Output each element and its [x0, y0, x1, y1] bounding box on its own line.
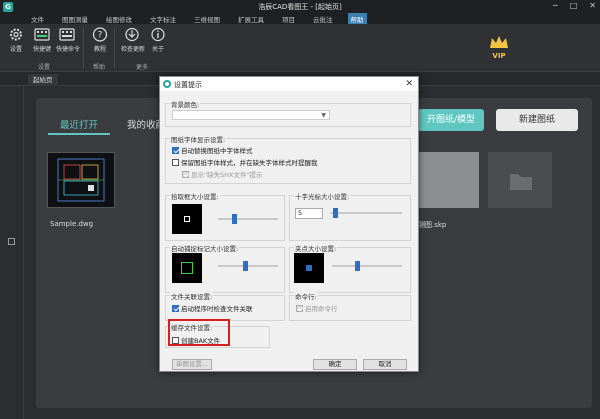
grip-slider[interactable] [332, 261, 402, 271]
close-icon[interactable]: ✕ [589, 1, 596, 10]
drawing-preview-icon [57, 158, 105, 202]
crosshair-slider[interactable] [330, 208, 402, 218]
missing-shx-checkbox[interactable]: 显示"缺失SHX文件"提示 [182, 169, 262, 179]
menu-extend[interactable]: 扩展工具 [235, 13, 267, 25]
auto-replace-font-checkbox[interactable]: 自动替换图纸中字体样式 [172, 145, 253, 155]
grip-label: 夹点大小设置: [294, 243, 338, 253]
slider-thumb[interactable] [333, 208, 338, 218]
gear-icon [10, 28, 22, 41]
maximize-icon[interactable]: □ [570, 1, 578, 10]
keep-font-style-checkbox[interactable]: 保留图纸字体样式，并在缺失字体样式时提醒我 [172, 157, 318, 167]
update-icon [125, 27, 139, 42]
about-button[interactable]: 关于 [147, 26, 169, 53]
keyboard-icon [34, 28, 50, 41]
single-drawing-settings-button[interactable]: 单图设置... [172, 359, 212, 370]
menu-help[interactable]: 帮助 [347, 12, 367, 25]
info-icon [151, 27, 165, 42]
folder-card[interactable] [488, 152, 552, 208]
vip-badge[interactable]: VIP [482, 34, 516, 60]
file-thumbnail[interactable] [47, 152, 115, 208]
dialog-title: 设置提示 [174, 81, 202, 89]
menu-text[interactable]: 文字标注 [147, 13, 179, 25]
menu-bar: 文件 图图测量 绘图修改 文字标注 三维视图 扩展工具 项目 云批注 帮助 [0, 12, 600, 25]
pickbox-slider[interactable] [218, 214, 278, 224]
crosshair-label: 十字光标大小设置: [294, 191, 351, 201]
question-icon: ? [92, 27, 108, 42]
pickbox-square-icon [184, 216, 190, 222]
close-icon[interactable]: ✕ [405, 79, 413, 89]
ribbon-separator [114, 28, 115, 68]
command-line-label: 命令行: [294, 291, 318, 301]
grip-preview [294, 253, 324, 283]
file-name[interactable]: Sample.dwg [50, 220, 93, 228]
ribbon: 设置 快捷键 快捷命令 ? 教程 检查更新 关于 设置 帮助 更多 VIP [0, 24, 600, 72]
pickbox-preview [172, 204, 202, 234]
window-controls: ─ □ ✕ [553, 1, 596, 10]
enable-command-line-checkbox[interactable]: 启用命令行 [296, 303, 338, 313]
menu-project[interactable]: 项目 [279, 13, 298, 25]
panel-toggle-icon[interactable] [8, 238, 15, 245]
crown-icon [490, 36, 508, 48]
nav-recent[interactable]: 最近打开 [60, 117, 98, 131]
tutorial-button[interactable]: ? 教程 [89, 26, 111, 53]
checkbox-checked-icon [182, 170, 189, 178]
menu-file[interactable]: 文件 [28, 13, 47, 25]
keyboard-command-icon [59, 28, 75, 41]
menu-draw[interactable]: 绘图修改 [103, 13, 135, 25]
vip-label: VIP [492, 52, 506, 60]
file-name[interactable]: 测图.skp [418, 220, 446, 230]
menu-3d[interactable]: 三维视图 [191, 13, 223, 25]
minimize-icon[interactable]: ─ [553, 1, 558, 10]
file-thumbnail[interactable] [415, 152, 479, 208]
checkbox-checked-icon [172, 304, 179, 312]
bg-color-select[interactable]: ▼ [172, 110, 330, 120]
slider-thumb[interactable] [355, 261, 360, 271]
checkbox-checked-icon [172, 146, 179, 154]
shortcut-command-button[interactable]: 快捷命令 [56, 26, 80, 53]
check-update-button[interactable]: 检查更新 [121, 26, 145, 53]
dialog-logo-icon [163, 80, 171, 88]
menu-measure[interactable]: 图图测量 [59, 13, 91, 25]
cancel-button[interactable]: 取消 [363, 359, 407, 370]
new-drawing-button[interactable]: 新建图纸 [496, 109, 578, 131]
menu-cloud[interactable]: 云批注 [310, 13, 336, 25]
checkbox-checked-icon [296, 304, 303, 312]
snap-preview [172, 253, 202, 283]
app-logo-icon: G [3, 1, 13, 12]
title-bar: G 浩辰CAD看图王 - [起始页] ─ □ ✕ [0, 0, 600, 13]
grip-square-icon [306, 265, 312, 271]
file-assoc-label: 文件关联设置: [170, 291, 214, 301]
snap-marker-label: 自动捕捉标记大小设置: [170, 243, 240, 253]
group-label-settings: 设置 [38, 64, 51, 71]
left-toolbar [0, 86, 24, 419]
crosshair-size-input[interactable]: 5 [295, 208, 323, 219]
settings-button[interactable]: 设置 [5, 26, 27, 53]
ribbon-separator [83, 28, 84, 68]
folder-icon [510, 174, 532, 190]
ok-button[interactable]: 确定 [313, 359, 357, 370]
group-label-more: 更多 [136, 64, 149, 71]
highlight-box [168, 319, 230, 346]
tab-start-page[interactable]: 起始页 [28, 74, 58, 86]
chevron-down-icon: ▼ [321, 112, 326, 119]
font-group-label: 图纸字体显示设置: [170, 134, 227, 144]
dialog-title-bar: 设置提示 ✕ [160, 77, 418, 91]
app-window: { "titlebar": {"title": "浩辰CAD看图王 - [起始页… [0, 0, 600, 419]
open-drawing-button[interactable]: 开图纸/模型 [418, 109, 484, 131]
snap-marker-icon [181, 262, 193, 274]
slider-thumb[interactable] [243, 261, 248, 271]
nav-recent-underline [48, 133, 110, 135]
group-label-help: 帮助 [93, 64, 106, 71]
check-file-assoc-checkbox[interactable]: 启动程序时检查文件关联 [172, 303, 253, 313]
bg-color-label: 背景颜色: [170, 99, 201, 109]
svg-text:?: ? [98, 31, 103, 41]
shortcut-key-button[interactable]: 快捷键 [31, 26, 53, 53]
slider-thumb[interactable] [232, 214, 237, 224]
app-title: 浩辰CAD看图王 - [起始页] [258, 3, 342, 11]
pickbox-label: 拾取框大小设置: [170, 191, 220, 201]
snap-slider[interactable] [218, 261, 278, 271]
checkbox-icon [172, 158, 179, 166]
